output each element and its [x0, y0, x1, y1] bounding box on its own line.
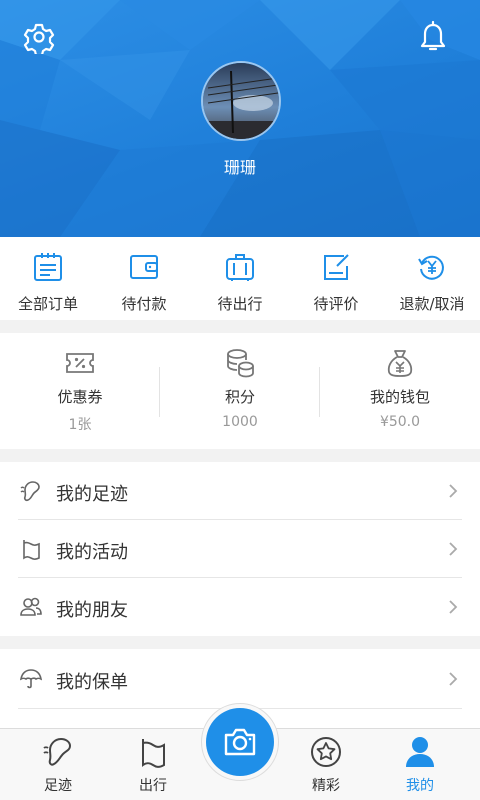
points-button[interactable]: 积分 1000 — [160, 333, 320, 449]
star-icon — [311, 737, 341, 767]
username: 珊珊 — [223, 158, 256, 177]
tab-label: 出行 — [139, 778, 167, 794]
tab-trip[interactable]: 出行 — [105, 729, 201, 800]
refund-icon — [418, 255, 444, 280]
camera-icon — [224, 728, 256, 756]
menu-label: 我的保单 — [56, 672, 128, 693]
chevron-right-icon — [449, 542, 458, 556]
order-label: 待出行 — [217, 295, 263, 313]
avatar[interactable] — [201, 61, 281, 141]
order-label: 全部订单 — [17, 295, 78, 313]
tab-footprint[interactable]: 足迹 — [10, 729, 106, 800]
assets-panel: 优惠券 1张 积分 1000 我的钱包 ¥50.0 — [0, 333, 480, 449]
wallet-icon — [130, 255, 158, 279]
chevron-right-icon — [449, 484, 458, 498]
order-list-icon — [34, 253, 62, 281]
menu-item-activity[interactable]: 我的活动 — [0, 520, 480, 578]
coupon-icon — [66, 353, 94, 373]
friends-icon — [20, 597, 42, 616]
order-label: 退款/取消 — [399, 295, 465, 313]
footprint-icon — [43, 737, 72, 766]
refund-button[interactable]: 退款/取消 — [384, 237, 480, 320]
menu-label: 我的朋友 — [56, 600, 128, 621]
profile-header: 珊珊 — [0, 0, 480, 237]
asset-value: 1张 — [68, 417, 92, 433]
order-label: 待评价 — [313, 295, 359, 313]
flag-icon — [142, 739, 165, 768]
tab-label: 足迹 — [44, 778, 72, 794]
all-orders-button[interactable]: 全部订单 — [0, 237, 96, 320]
coins-icon — [227, 349, 254, 378]
menu-item-footprint[interactable]: 我的足迹 — [0, 462, 480, 520]
order-shortcuts: 全部订单 待付款 待出行 待评价 退款/取消 — [0, 237, 480, 320]
footprint-icon — [20, 481, 40, 502]
tab-label: 我的 — [406, 778, 434, 794]
asset-value: ¥50.0 — [379, 414, 421, 430]
wallet-button[interactable]: 我的钱包 ¥50.0 — [320, 333, 480, 449]
review-icon — [324, 254, 349, 280]
tab-label: 精彩 — [312, 778, 340, 794]
coupon-button[interactable]: 优惠券 1张 — [0, 333, 160, 449]
bell-icon[interactable] — [416, 20, 450, 54]
pending-payment-button[interactable]: 待付款 — [96, 237, 192, 320]
asset-title: 优惠券 — [57, 388, 103, 406]
tab-highlights[interactable]: 精彩 — [278, 729, 374, 800]
pending-trip-button[interactable]: 待出行 — [192, 237, 288, 320]
order-label: 待付款 — [121, 295, 167, 313]
person-icon — [406, 737, 434, 767]
menu-group: 我的足迹 我的活动 我的朋友 — [0, 462, 480, 636]
menu-label: 我的活动 — [56, 542, 128, 563]
chevron-right-icon — [449, 672, 458, 686]
menu-label: 我的足迹 — [56, 484, 128, 505]
luggage-icon — [226, 254, 254, 281]
gear-icon[interactable] — [22, 20, 56, 57]
asset-title: 积分 — [224, 388, 255, 406]
camera-button[interactable] — [206, 708, 274, 776]
menu-item-friends[interactable]: 我的朋友 — [0, 578, 480, 636]
umbrella-icon — [19, 669, 43, 689]
flag-icon — [23, 540, 40, 560]
money-bag-icon — [387, 350, 413, 377]
chevron-right-icon — [449, 600, 458, 614]
tab-mine[interactable]: 我的 — [372, 729, 468, 800]
pending-review-button[interactable]: 待评价 — [288, 237, 384, 320]
asset-value: 1000 — [222, 414, 258, 430]
menu-item-insurance[interactable]: 我的保单 — [0, 649, 480, 709]
asset-title: 我的钱包 — [369, 388, 430, 406]
